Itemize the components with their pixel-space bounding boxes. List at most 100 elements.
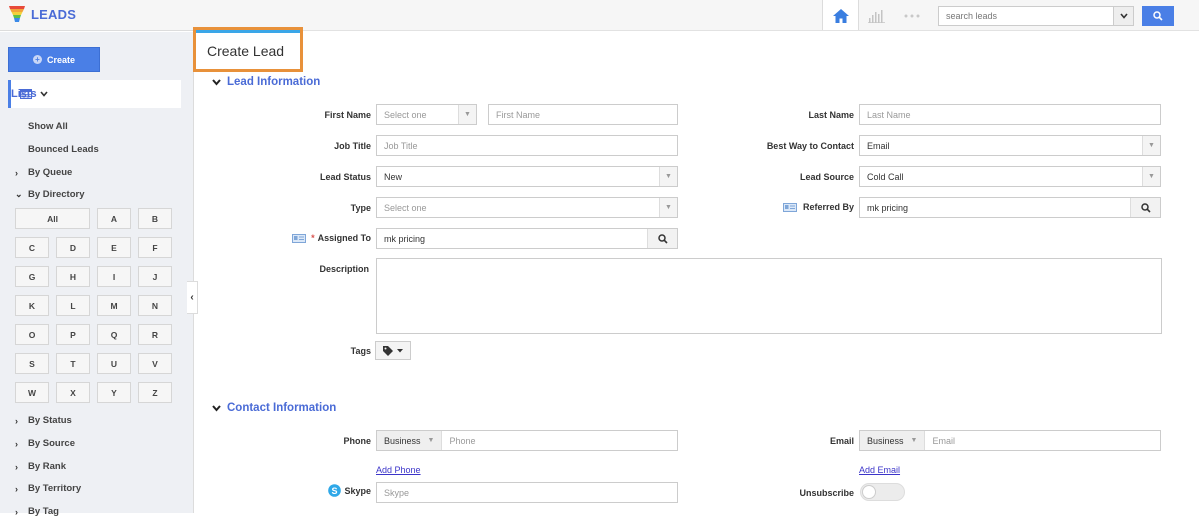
phone-type-value: Business xyxy=(384,435,421,446)
directory-letter-w[interactable]: W xyxy=(15,382,49,403)
directory-letter-c[interactable]: C xyxy=(15,237,49,258)
type-label: Type xyxy=(350,203,371,213)
group-by-status[interactable]: › By Status xyxy=(15,415,72,426)
assigned-to-label: Assigned To xyxy=(317,233,371,243)
caret-down-icon xyxy=(397,348,403,352)
directory-letter-j[interactable]: J xyxy=(138,266,172,287)
directory-letter-p[interactable]: P xyxy=(56,324,90,345)
home-button[interactable] xyxy=(822,0,858,31)
search-button[interactable] xyxy=(1142,5,1174,26)
add-phone-link[interactable]: Add Phone xyxy=(376,465,421,475)
type-select[interactable]: Select one ▼ xyxy=(376,197,678,218)
lead-information-header[interactable]: Lead Information xyxy=(212,76,320,88)
create-label: Create xyxy=(46,54,75,65)
group-by-directory[interactable]: ⌄ By Directory xyxy=(15,189,85,200)
group-by-territory[interactable]: › By Territory xyxy=(15,483,81,494)
last-name-field xyxy=(859,104,1161,125)
directory-letter-h[interactable]: H xyxy=(56,266,90,287)
lead-status-select[interactable]: New ▼ xyxy=(376,166,678,187)
email-input[interactable] xyxy=(925,431,1160,450)
directory-letter-g[interactable]: G xyxy=(15,266,49,287)
directory-letter-m[interactable]: M xyxy=(97,295,131,316)
directory-letter-l[interactable]: L xyxy=(56,295,90,316)
group-by-queue[interactable]: › By Queue xyxy=(15,167,72,178)
skype-input[interactable] xyxy=(377,483,677,502)
directory-letter-r[interactable]: R xyxy=(138,324,172,345)
create-button[interactable]: + Create xyxy=(8,47,100,72)
show-all-link[interactable]: Show All xyxy=(28,121,68,132)
add-email-link[interactable]: Add Email xyxy=(859,465,900,475)
group-by-tag[interactable]: › By Tag xyxy=(15,506,59,517)
directory-letter-q[interactable]: Q xyxy=(97,324,131,345)
best-way-select[interactable]: Email ▼ xyxy=(859,135,1161,156)
job-title-field xyxy=(376,135,678,156)
funnel-logo-icon xyxy=(9,6,25,22)
assigned-to-value[interactable]: mk pricing xyxy=(377,234,647,244)
referred-by-field: mk pricing xyxy=(859,197,1161,218)
directory-letter-e[interactable]: E xyxy=(97,237,131,258)
bounced-leads-link[interactable]: Bounced Leads xyxy=(28,144,99,155)
directory-letter-k[interactable]: K xyxy=(15,295,49,316)
skype-field xyxy=(376,482,678,503)
job-title-input[interactable] xyxy=(377,136,677,155)
brand[interactable]: LEADS xyxy=(9,5,76,23)
tag-icon xyxy=(383,345,393,356)
directory-letter-i[interactable]: I xyxy=(97,266,131,287)
group-by-source[interactable]: › By Source xyxy=(15,438,75,449)
group-by-rank[interactable]: › By Rank xyxy=(15,461,66,472)
svg-text:S: S xyxy=(332,486,338,496)
referred-by-value[interactable]: mk pricing xyxy=(860,203,1130,213)
directory-letter-s[interactable]: S xyxy=(15,353,49,374)
salutation-value: Select one xyxy=(384,109,427,120)
directory-letter-v[interactable]: V xyxy=(138,353,172,374)
directory-letter-y[interactable]: Y xyxy=(97,382,131,403)
first-name-label: First Name xyxy=(324,110,371,120)
caret-down-icon: ▼ xyxy=(659,167,677,186)
directory-letter-o[interactable]: O xyxy=(15,324,49,345)
directory-letter-b[interactable]: B xyxy=(138,208,172,229)
chevron-down-icon xyxy=(1119,12,1128,19)
directory-letter-a[interactable]: A xyxy=(97,208,131,229)
directory-letter-n[interactable]: N xyxy=(138,295,172,316)
caret-down-icon: ▼ xyxy=(1142,167,1160,186)
directory-letter-f[interactable]: F xyxy=(138,237,172,258)
tags-dropdown-button[interactable] xyxy=(375,341,411,360)
description-label: Description xyxy=(319,264,369,274)
page-title-tab: Create Lead xyxy=(193,27,303,72)
search-input[interactable] xyxy=(939,6,1113,25)
chevron-right-icon: › xyxy=(15,167,18,178)
section-title: Contact Information xyxy=(227,402,337,414)
lead-status-label: Lead Status xyxy=(319,172,371,182)
directory-letter-x[interactable]: X xyxy=(56,382,90,403)
referred-by-lookup-button[interactable] xyxy=(1130,198,1160,217)
group-label: By Territory xyxy=(28,483,82,494)
email-type-select[interactable]: Business ▼ xyxy=(860,431,926,450)
divider xyxy=(303,30,1199,31)
more-button[interactable] xyxy=(894,0,930,31)
caret-down-icon: ▼ xyxy=(1142,136,1160,155)
directory-letter-d[interactable]: D xyxy=(56,237,90,258)
chevron-down-icon xyxy=(40,91,48,97)
group-label: By Status xyxy=(28,415,72,426)
search-filter-dropdown[interactable] xyxy=(1113,6,1133,25)
lead-source-label: Lead Source xyxy=(799,172,854,182)
assigned-to-lookup-button[interactable] xyxy=(647,229,677,248)
directory-letter-z[interactable]: Z xyxy=(138,382,172,403)
directory-letter-all[interactable]: All xyxy=(15,208,90,229)
contact-information-header[interactable]: Contact Information xyxy=(212,402,336,414)
salutation-select[interactable]: Select one ▼ xyxy=(376,104,477,125)
reports-button[interactable] xyxy=(858,0,894,31)
directory-letter-u[interactable]: U xyxy=(97,353,131,374)
email-field: Business ▼ xyxy=(859,430,1161,451)
first-name-input[interactable] xyxy=(489,105,677,124)
chevron-right-icon: › xyxy=(15,438,18,449)
sidebar-collapse-toggle[interactable]: ‹ xyxy=(187,281,198,314)
directory-letter-t[interactable]: T xyxy=(56,353,90,374)
unsubscribe-toggle[interactable] xyxy=(860,483,905,501)
phone-type-select[interactable]: Business ▼ xyxy=(377,431,443,450)
lists-dropdown[interactable]: Lists xyxy=(8,80,181,108)
description-textarea[interactable] xyxy=(377,259,1161,333)
lead-source-select[interactable]: Cold Call ▼ xyxy=(859,166,1161,187)
phone-input[interactable] xyxy=(442,431,677,450)
last-name-input[interactable] xyxy=(860,105,1160,124)
